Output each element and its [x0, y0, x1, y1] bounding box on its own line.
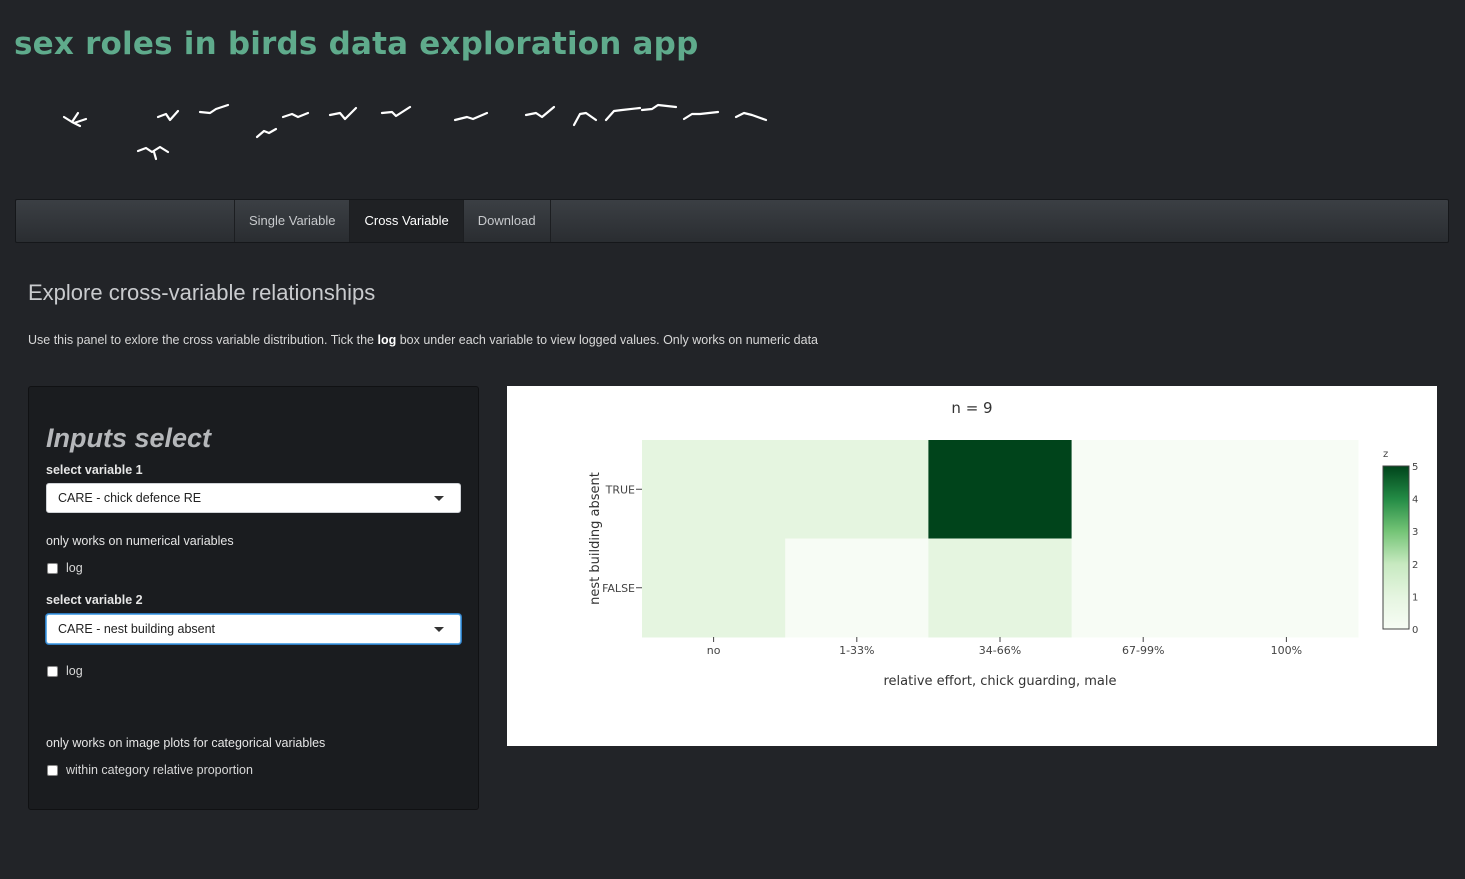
x-axis-title: relative effort, chick guarding, male: [883, 674, 1116, 689]
proportion-label: within category relative proportion: [66, 763, 253, 777]
navbar: Single Variable Cross Variable Download: [15, 199, 1449, 243]
heatmap-cell: [1071, 440, 1216, 539]
variable1-value: CARE - chick defence RE: [58, 491, 202, 505]
colorbar-tick-label: 0: [1412, 625, 1418, 636]
chart-title: n = 9: [951, 399, 992, 417]
colorbar-tick-label: 2: [1412, 560, 1418, 571]
intro-text-end: box under each variable to view logged v…: [396, 333, 818, 347]
heatmap-cell: [1214, 538, 1359, 638]
x-tick-label: no: [707, 644, 721, 657]
heatmap-cell: [785, 538, 929, 638]
birds-banner-image: [62, 103, 768, 161]
variable1-label: select variable 1: [46, 463, 143, 477]
intro-text-start: Use this panel to exlore the cross varia…: [28, 333, 378, 347]
colorbar-tick-label: 4: [1412, 495, 1418, 506]
heatmap-cell: [1071, 538, 1216, 638]
variable1-select[interactable]: CARE - chick defence RE: [46, 483, 461, 513]
y-tick-label: FALSE: [602, 582, 635, 595]
log1-checkbox[interactable]: [47, 562, 58, 574]
variable2-label: select variable 2: [46, 593, 143, 607]
tab-download[interactable]: Download: [462, 200, 551, 242]
app-title: sex roles in birds data exploration app: [14, 26, 699, 62]
y-tick-label: TRUE: [605, 483, 635, 496]
colorbar: [1382, 465, 1410, 630]
proportion-checkbox-row[interactable]: within category relative proportion: [46, 763, 253, 777]
heatmap-cell: [785, 440, 929, 539]
x-tick-label: 1-33%: [839, 644, 874, 657]
colorbar-tick-label: 1: [1412, 592, 1418, 603]
heatmap-cell: [928, 440, 1073, 539]
chevron-down-icon: [434, 496, 444, 501]
heatmap-cell: [1214, 440, 1359, 539]
image-plot-note: only works on image plots for categorica…: [46, 736, 326, 750]
heatmap-plot: n = 9 no 1-33% 34-66% 67-99% 100% TRUE FALSE rel…: [507, 386, 1437, 746]
x-tick-label: 100%: [1271, 644, 1302, 657]
heatmap-cell: [928, 538, 1073, 638]
y-axis-title: nest building absent: [588, 472, 603, 605]
x-tick-label: 34-66%: [979, 644, 1021, 657]
panel-heading: Explore cross-variable relationships: [28, 280, 376, 305]
log2-label: log: [66, 664, 83, 678]
log1-label: log: [66, 561, 83, 575]
colorbar-tick-label: 3: [1412, 527, 1418, 538]
proportion-checkbox[interactable]: [47, 764, 58, 776]
heatmap-cell: [642, 440, 786, 539]
tab-single-variable[interactable]: Single Variable: [234, 200, 349, 242]
variable2-value: CARE - nest building absent: [58, 622, 216, 636]
panel-intro-text: Use this panel to exlore the cross varia…: [28, 333, 818, 347]
colorbar-title: z: [1383, 449, 1388, 460]
x-tick-label: 67-99%: [1122, 644, 1164, 657]
log2-checkbox[interactable]: [47, 665, 58, 677]
heatmap-chart: n = 9 no 1-33% 34-66% 67-99% 100% TRUE FALSE rel…: [588, 399, 1418, 689]
heatmap-cell: [642, 538, 786, 638]
tab-cross-variable[interactable]: Cross Variable: [349, 200, 463, 242]
log2-checkbox-row[interactable]: log: [46, 664, 83, 678]
inputs-sidebar: Inputs select select variable 1 CARE - c…: [28, 386, 479, 810]
colorbar-tick-label: 5: [1412, 462, 1418, 473]
log1-checkbox-row[interactable]: log: [46, 561, 83, 575]
inputs-title: Inputs select: [46, 423, 212, 453]
variable2-select[interactable]: CARE - nest building absent: [46, 614, 461, 644]
chevron-down-icon: [434, 627, 444, 632]
numeric-note: only works on numerical variables: [46, 534, 234, 548]
intro-text-bold: log: [377, 333, 397, 347]
